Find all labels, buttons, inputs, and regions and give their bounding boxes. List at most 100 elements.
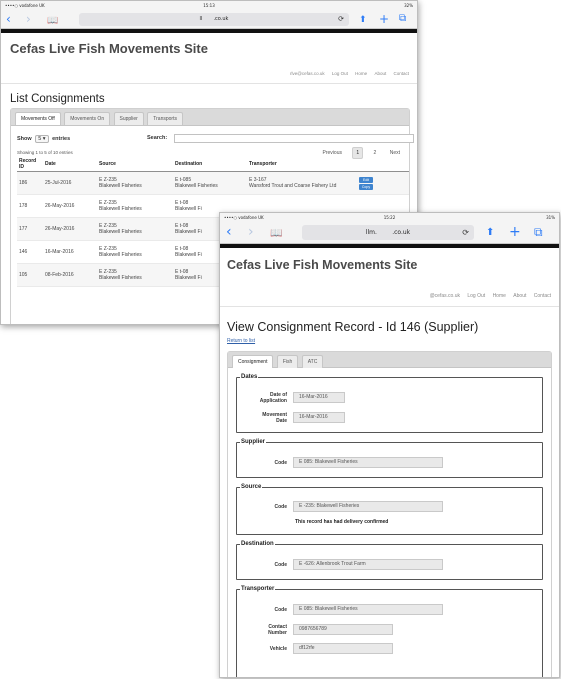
browser-toolbar: ‹ › 📖 llm. .co.uk ⟳ ⬆ + ⧉ [220,222,559,244]
search-label: Search: [147,135,168,141]
address-url: llm. .co.uk [365,229,411,236]
site-title[interactable]: Cefas Live Fish Movements Site [220,248,559,278]
transporter-legend: Transporter [240,586,276,592]
table-info: Showing 1 to 5 of 10 entries [17,150,73,155]
tab-supplier[interactable]: Supplier [113,112,144,125]
home-link[interactable]: Home [493,293,506,299]
supplier-code-field[interactable]: E 085: Blakewell Fisheries [293,457,443,468]
record-id-cell: 186 [17,171,43,195]
tabs-icon[interactable]: ⧉ [399,13,406,25]
dates-fieldset: Dates Date of Application 16-Mar-2016 Mov… [236,374,543,433]
record-id-cell: 105 [17,263,43,287]
top-nav-links: @cefas.co.uk Log Out Home About Contact [424,293,551,299]
address-bar[interactable]: ll .co.uk ⟳ [79,13,349,26]
about-link[interactable]: About [374,71,386,76]
transporter-code-field[interactable]: E 085: Blakewell Fisheries [293,604,443,615]
edit-button[interactable]: Edit [359,176,373,183]
return-to-list-link[interactable]: Return to list [227,338,255,344]
about-link[interactable]: About [513,293,526,299]
reload-icon[interactable]: ⟳ [338,13,344,26]
movement-date-label: Movement Date [262,412,287,424]
logout-link[interactable]: Log Out [467,293,485,299]
user-email: rlve@cefas.co.uk [290,71,325,76]
date-cell: 25-Jul-2016 [43,171,97,195]
bookmarks-icon[interactable]: 📖 [270,228,282,240]
source-cell: E Z-235 Blakewell Fisheries [97,194,173,218]
date-cell: 26-May-2016 [43,217,97,241]
source-cell: E Z-235 Blakewell Fisheries [97,240,173,264]
column-header-record-id[interactable]: Record ID [17,157,43,172]
source-code-field[interactable]: E -235: Blakewell Fisheries [293,501,443,512]
home-link[interactable]: Home [355,71,367,76]
bookmarks-icon[interactable]: 📖 [47,15,58,27]
tab-bar: Consignment Fish ATC [228,352,551,368]
column-header-source[interactable]: Source [97,157,173,172]
tab-atc[interactable]: ATC [301,355,324,368]
date-cell: 08-Feb-2016 [43,263,97,287]
contact-number-label: Contact Number [268,624,287,636]
contact-link[interactable]: Contact [534,293,551,299]
share-icon[interactable]: ⬆ [486,227,494,239]
destination-cell: E t-085 Blakewell Fisheries [173,171,247,195]
divider [1,83,417,84]
vehicle-field[interactable]: df12rfe [293,643,393,654]
new-tab-icon[interactable]: + [509,225,521,239]
vehicle-label: Vehicle [269,646,287,652]
record-id-cell: 178 [17,194,43,218]
address-url: ll .co.uk [199,16,229,22]
share-icon[interactable]: ⬆ [359,14,367,26]
source-fieldset: Source Code E -235: Blakewell Fisheries … [236,484,543,535]
source-cell: E Z-235 Blakewell Fisheries [97,171,173,195]
entries-label: entries [52,136,71,142]
date-of-application-field[interactable]: 16-Mar-2016 [293,392,345,403]
reload-icon[interactable]: ⟳ [462,225,469,240]
tab-transports[interactable]: Transports [147,112,183,125]
tab-movements-off[interactable]: Movements Off [15,112,61,125]
table-controls: Show 5 ▾ entries Search: [17,134,414,145]
logout-link[interactable]: Log Out [332,71,348,76]
movement-date-field[interactable]: 16-Mar-2016 [293,412,345,423]
status-bar: ••••○ vodafone UK 15:22 31% [220,213,559,222]
search-input[interactable] [174,134,414,143]
column-header-date[interactable]: Date [43,157,97,172]
forward-icon[interactable]: › [248,225,254,239]
page-content: Cefas Live Fish Movements Site @cefas.co… [220,248,559,677]
back-icon[interactable]: ‹ [6,13,11,25]
record-id-cell: 146 [17,240,43,264]
source-legend: Source [240,484,263,490]
copy-button[interactable]: Copy [359,183,373,190]
forward-icon[interactable]: › [26,13,31,25]
back-icon[interactable]: ‹ [226,225,232,239]
new-tab-icon[interactable]: + [379,13,389,25]
destination-code-field[interactable]: E -626: Allenbrook Trout Farm [293,559,443,570]
site-title[interactable]: Cefas Live Fish Movements Site [1,33,417,61]
tab-movements-on[interactable]: Movements On [64,112,111,125]
tab-consignment[interactable]: Consignment [232,355,274,368]
status-bar: ••••○ vodafone UK 15:13 32% [1,1,417,10]
column-header-destination[interactable]: Destination [173,157,247,172]
transporter-cell: E 3-167 Wansford Trout and Coarse Fishery… [247,171,357,195]
show-label: Show [17,136,32,142]
record-panel: Consignment Fish ATC Dates Date of Applic… [227,351,552,677]
column-header-transporter[interactable]: Transporter [247,157,357,172]
entries-select[interactable]: 5 ▾ [35,135,49,143]
contact-number-field[interactable]: 0987656789 [293,624,393,635]
date-cell: 16-Mar-2016 [43,240,97,264]
divider [220,306,559,307]
contact-link[interactable]: Contact [393,71,409,76]
supplier-fieldset: Supplier Code E 085: Blakewell Fisheries [236,439,543,478]
source-cell: E Z-235 Blakewell Fisheries [97,217,173,241]
tabs-icon[interactable]: ⧉ [534,226,543,238]
date-of-application-label: Date of Application [259,392,287,404]
destination-legend: Destination [240,541,275,547]
battery-indicator: 32% [404,3,413,8]
address-bar[interactable]: llm. .co.uk ⟳ [302,225,474,240]
destination-code-label: Code [274,562,288,568]
page-title: View Consignment Record - Id 146 (Suppli… [227,320,479,334]
actions-cell: Edit Copy [357,171,409,195]
table-header-row: Record ID Date Source Destination Transp… [17,157,409,172]
tab-fish[interactable]: Fish [276,355,299,368]
source-code-label: Code [274,504,288,510]
battery-indicator: 31% [546,215,555,220]
table-row[interactable]: 186 25-Jul-2016 E Z-235 Blakewell Fisheri… [17,171,409,195]
